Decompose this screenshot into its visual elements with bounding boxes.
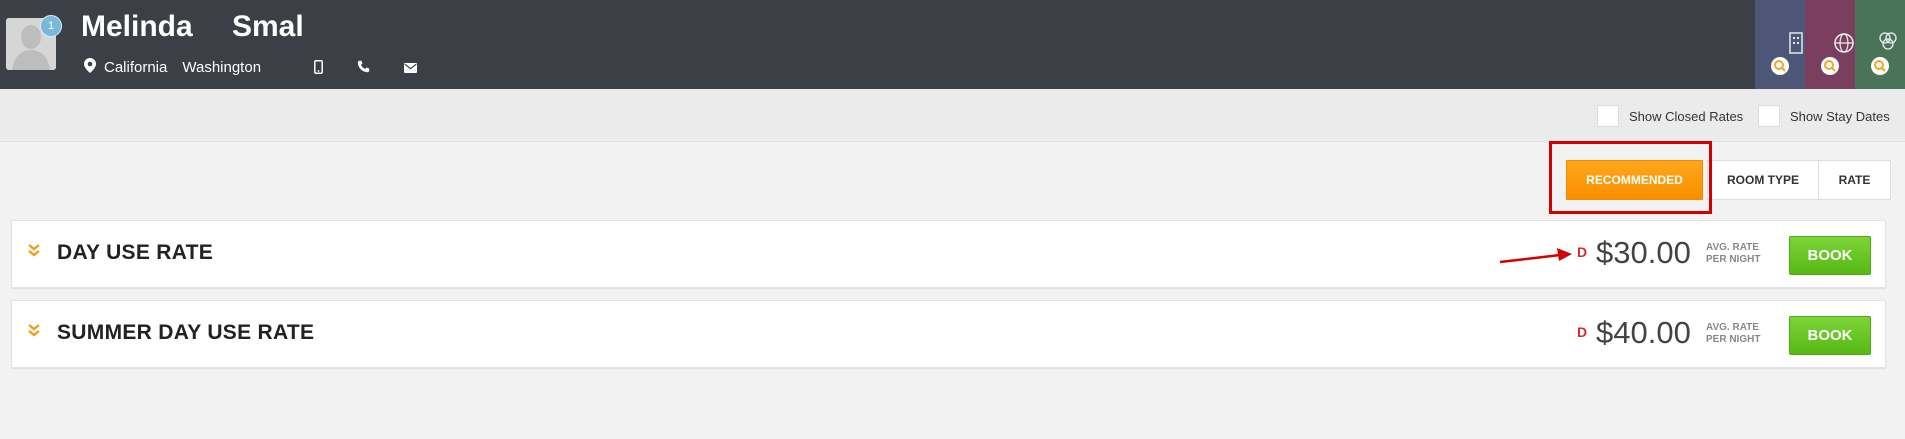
globe-icon [1833, 32, 1855, 59]
guest-city: California [104, 59, 168, 76]
show-closed-rates-label: Show Closed Rates [1629, 108, 1744, 124]
mobile-phone-icon[interactable] [314, 60, 323, 79]
notification-badge[interactable]: 1 [40, 15, 62, 37]
avg-rate-line2: PER NIGHT [1706, 254, 1761, 265]
tile-circles[interactable] [1855, 0, 1905, 89]
guest-first-name[interactable]: Melinda [81, 10, 193, 44]
annotation-arrow [1500, 248, 1572, 264]
building-icon [1789, 32, 1803, 59]
rate-code: D [1577, 324, 1588, 340]
search-icon [1771, 57, 1789, 75]
rate-name: SUMMER DAY USE RATE [57, 321, 315, 344]
avg-rate-line1: AVG. RATE [1706, 242, 1759, 253]
rate-button[interactable]: RATE [1819, 160, 1891, 200]
rate-name: DAY USE RATE [57, 241, 214, 264]
quick-action-tiles [1755, 0, 1905, 89]
tile-building[interactable] [1755, 0, 1805, 89]
guest-state: Washington [182, 59, 262, 76]
rate-code: D [1577, 244, 1588, 260]
annotation-highlight-box [1549, 141, 1712, 214]
show-closed-rates-toggle[interactable]: Show Closed Rates [1597, 105, 1743, 127]
search-icon [1821, 57, 1839, 75]
avg-rate-label: AVG. RATE PER NIGHT [1706, 322, 1760, 346]
room-type-button[interactable]: ROOM TYPE [1707, 160, 1819, 200]
show-closed-rates-checkbox[interactable] [1597, 105, 1619, 127]
rate-price: $40.00 [1596, 315, 1691, 350]
tile-globe[interactable] [1805, 0, 1855, 89]
rate-row[interactable]: SUMMER DAY USE RATE D $40.00 AVG. RATE P… [11, 300, 1886, 368]
contact-icons [314, 60, 417, 79]
expand-chevron-icon[interactable] [27, 241, 41, 261]
show-stay-dates-toggle[interactable]: Show Stay Dates [1758, 105, 1890, 127]
rate-price: $30.00 [1596, 235, 1691, 270]
guest-last-name[interactable]: Smal [232, 10, 304, 44]
avg-rate-line2: PER NIGHT [1706, 334, 1761, 345]
avg-rate-line1: AVG. RATE [1706, 322, 1759, 333]
circles-icon [1877, 30, 1899, 57]
phone-icon[interactable] [357, 60, 370, 79]
email-icon[interactable] [404, 60, 417, 79]
show-stay-dates-label: Show Stay Dates [1790, 108, 1890, 124]
guest-location: California Washington [84, 58, 261, 77]
guest-header: 1 Melinda Smal California Washington [0, 0, 1905, 89]
rate-row[interactable]: DAY USE RATE D $30.00 AVG. RATE PER NIGH… [11, 220, 1886, 288]
avg-rate-label: AVG. RATE PER NIGHT [1706, 242, 1760, 266]
search-icon [1871, 57, 1889, 75]
book-button[interactable]: BOOK [1789, 316, 1871, 355]
expand-chevron-icon[interactable] [27, 321, 41, 341]
book-button[interactable]: BOOK [1789, 236, 1871, 275]
show-stay-dates-checkbox[interactable] [1758, 105, 1780, 127]
location-pin-icon [84, 58, 96, 77]
